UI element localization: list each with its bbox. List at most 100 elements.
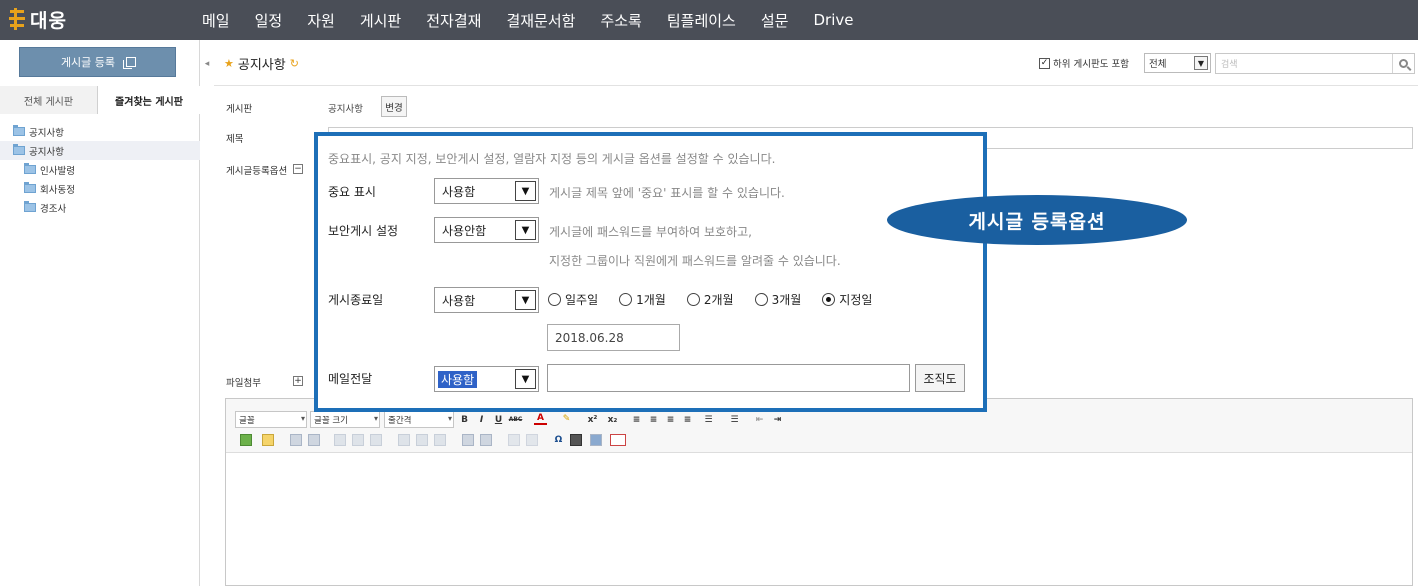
nav-item-board[interactable]: 게시판 [360,10,401,31]
align-center-icon[interactable]: ≡ [647,413,660,426]
tree-item-personnel[interactable]: 인사발령 [0,160,200,179]
search-placeholder: 검색 [1221,60,1238,70]
mail-forward-label: 메일전달 [328,372,373,386]
nav-item-contacts[interactable]: 주소록 [600,10,641,31]
end-date-input[interactable]: 2018.06.28 [547,324,680,351]
highlight-icon[interactable]: ✎ [560,412,573,425]
line-height-select[interactable]: 줄간격 [384,411,454,428]
radio-three-months[interactable]: 3개월 [754,291,801,308]
row-delete-icon[interactable] [352,434,364,446]
rich-text-editor[interactable]: 글꼴 글꼴 크기 줄간격 B I U ABC A ✎ x² x₂ ≡ ≡ ≡ ≡… [225,398,1413,586]
nav-item-mail[interactable]: 메일 [202,10,230,31]
search-input[interactable]: 검색 [1215,53,1415,74]
end-date-select-value: 사용함 [442,293,476,308]
nav-item-teamplace[interactable]: 팀플레이스 [667,10,736,31]
bold-icon[interactable]: B [458,413,471,426]
align-right-icon[interactable]: ≡ [664,413,677,426]
include-subboards[interactable]: ✓ 하위 게시판도 포함 [1039,56,1129,70]
preview-icon[interactable] [590,434,602,446]
attach-label: 파일첨부 [226,378,261,389]
html-mode-icon[interactable] [610,434,626,446]
collapse-options-icon[interactable]: − [293,164,303,174]
indent-icon[interactable]: ⇥ [771,413,784,426]
nav-item-calendar[interactable]: 일정 [255,10,283,31]
org-chart-button[interactable]: 조직도 [915,364,965,392]
mail-forward-select[interactable]: 사용함 ▼ [434,366,539,392]
tree-item-label: 경조사 [40,203,67,215]
horizontal-rule-icon[interactable] [462,434,474,446]
logo[interactable]: 대웅 [8,6,67,33]
box-icon[interactable] [480,434,492,446]
nav-item-survey[interactable]: 설문 [761,10,789,31]
column-insert-icon[interactable] [370,434,382,446]
row-insert-icon[interactable] [334,434,346,446]
nav-item-resources[interactable]: 자원 [307,10,335,31]
superscript-icon[interactable]: x² [586,413,599,426]
folder-icon [24,201,36,212]
align-justify-icon[interactable]: ≡ [681,413,694,426]
chevron-down-icon: ▼ [1194,56,1208,70]
strikethrough-icon[interactable]: ABC [509,413,523,426]
tree-item-events[interactable]: 경조사 [0,198,200,217]
end-date-label: 게시종료일 [328,293,384,307]
radio-button-selected[interactable] [822,293,836,306]
tab-favorite-boards[interactable]: 즐겨찾는 게시판 [98,86,200,114]
tree-item-company-news[interactable]: 회사동정 [0,179,200,198]
end-date-select[interactable]: 사용함 ▼ [434,287,539,313]
cell-style-icon[interactable] [434,434,446,446]
write-post-button[interactable]: 게시글 등록 [19,47,176,77]
important-label: 중요 표시 [328,185,376,199]
radio-one-month[interactable]: 1개월 [619,291,666,308]
font-family-select[interactable]: 글꼴 [235,411,307,428]
image-icon[interactable] [240,434,252,446]
outdent-icon[interactable]: ⇤ [753,413,766,426]
tree-item-notice-selected[interactable]: 공지사항 [0,141,200,160]
tree-item-label: 공지사항 [29,127,64,139]
italic-icon[interactable]: I [475,413,488,426]
tree-item-notice[interactable]: 공지사항 [0,122,200,141]
merge-cells-icon[interactable] [398,434,410,446]
numbered-list-icon[interactable]: ☰ [728,413,741,426]
include-subboards-checkbox[interactable]: ✓ [1039,57,1050,69]
title-label: 제목 [226,134,244,145]
nav-item-approval[interactable]: 전자결재 [426,10,481,31]
find-icon[interactable] [570,434,582,446]
important-select-value: 사용함 [442,184,476,199]
mail-recipients-input[interactable] [547,364,910,392]
radio-button[interactable] [548,293,561,306]
radio-custom-date[interactable]: 지정일 [822,291,872,308]
radio-button[interactable] [754,293,768,306]
radio-one-week[interactable]: 일주일 [548,291,598,308]
bullet-list-icon[interactable]: ☰ [702,413,715,426]
font-size-select[interactable]: 글꼴 크기 [310,411,380,428]
underline-icon[interactable]: U [492,413,505,426]
subscript-icon[interactable]: x₂ [606,413,619,426]
search-scope-select[interactable]: 전체 ▼ [1144,53,1211,73]
align-left-icon[interactable]: ≡ [630,413,643,426]
special-char-icon[interactable]: Ω [552,433,565,446]
tab-all-boards[interactable]: 전체 게시판 [0,86,98,114]
search-button[interactable] [1392,54,1414,73]
split-cells-icon[interactable] [416,434,428,446]
change-board-button[interactable]: 변경 [381,96,407,117]
important-select[interactable]: 사용함 ▼ [434,178,539,204]
table-cell-icon[interactable] [308,434,320,446]
link-icon[interactable] [508,434,520,446]
radio-button[interactable] [619,293,633,306]
table-icon[interactable] [290,434,302,446]
radio-button[interactable] [686,293,700,306]
nav-item-drive[interactable]: Drive [813,11,853,29]
expand-attach-icon[interactable]: + [293,376,303,386]
edit-icon[interactable] [262,434,274,446]
refresh-icon[interactable]: ↻ [290,57,299,70]
unlink-icon[interactable] [526,434,538,446]
main-menu: 메일 일정 자원 게시판 전자결재 결재문서함 주소록 팀플레이스 설문 Dri… [202,0,878,40]
collapse-sidebar-icon[interactable]: ◂ [200,40,214,88]
radio-two-months[interactable]: 2개월 [686,291,734,308]
chevron-down-icon: ▼ [515,369,536,389]
star-icon[interactable]: ★ [224,57,234,70]
logo-text: 대웅 [30,10,67,32]
secure-select[interactable]: 사용안함 ▼ [434,217,539,243]
font-color-icon[interactable]: A [534,412,547,425]
nav-item-approval-docs[interactable]: 결재문서함 [506,10,575,31]
